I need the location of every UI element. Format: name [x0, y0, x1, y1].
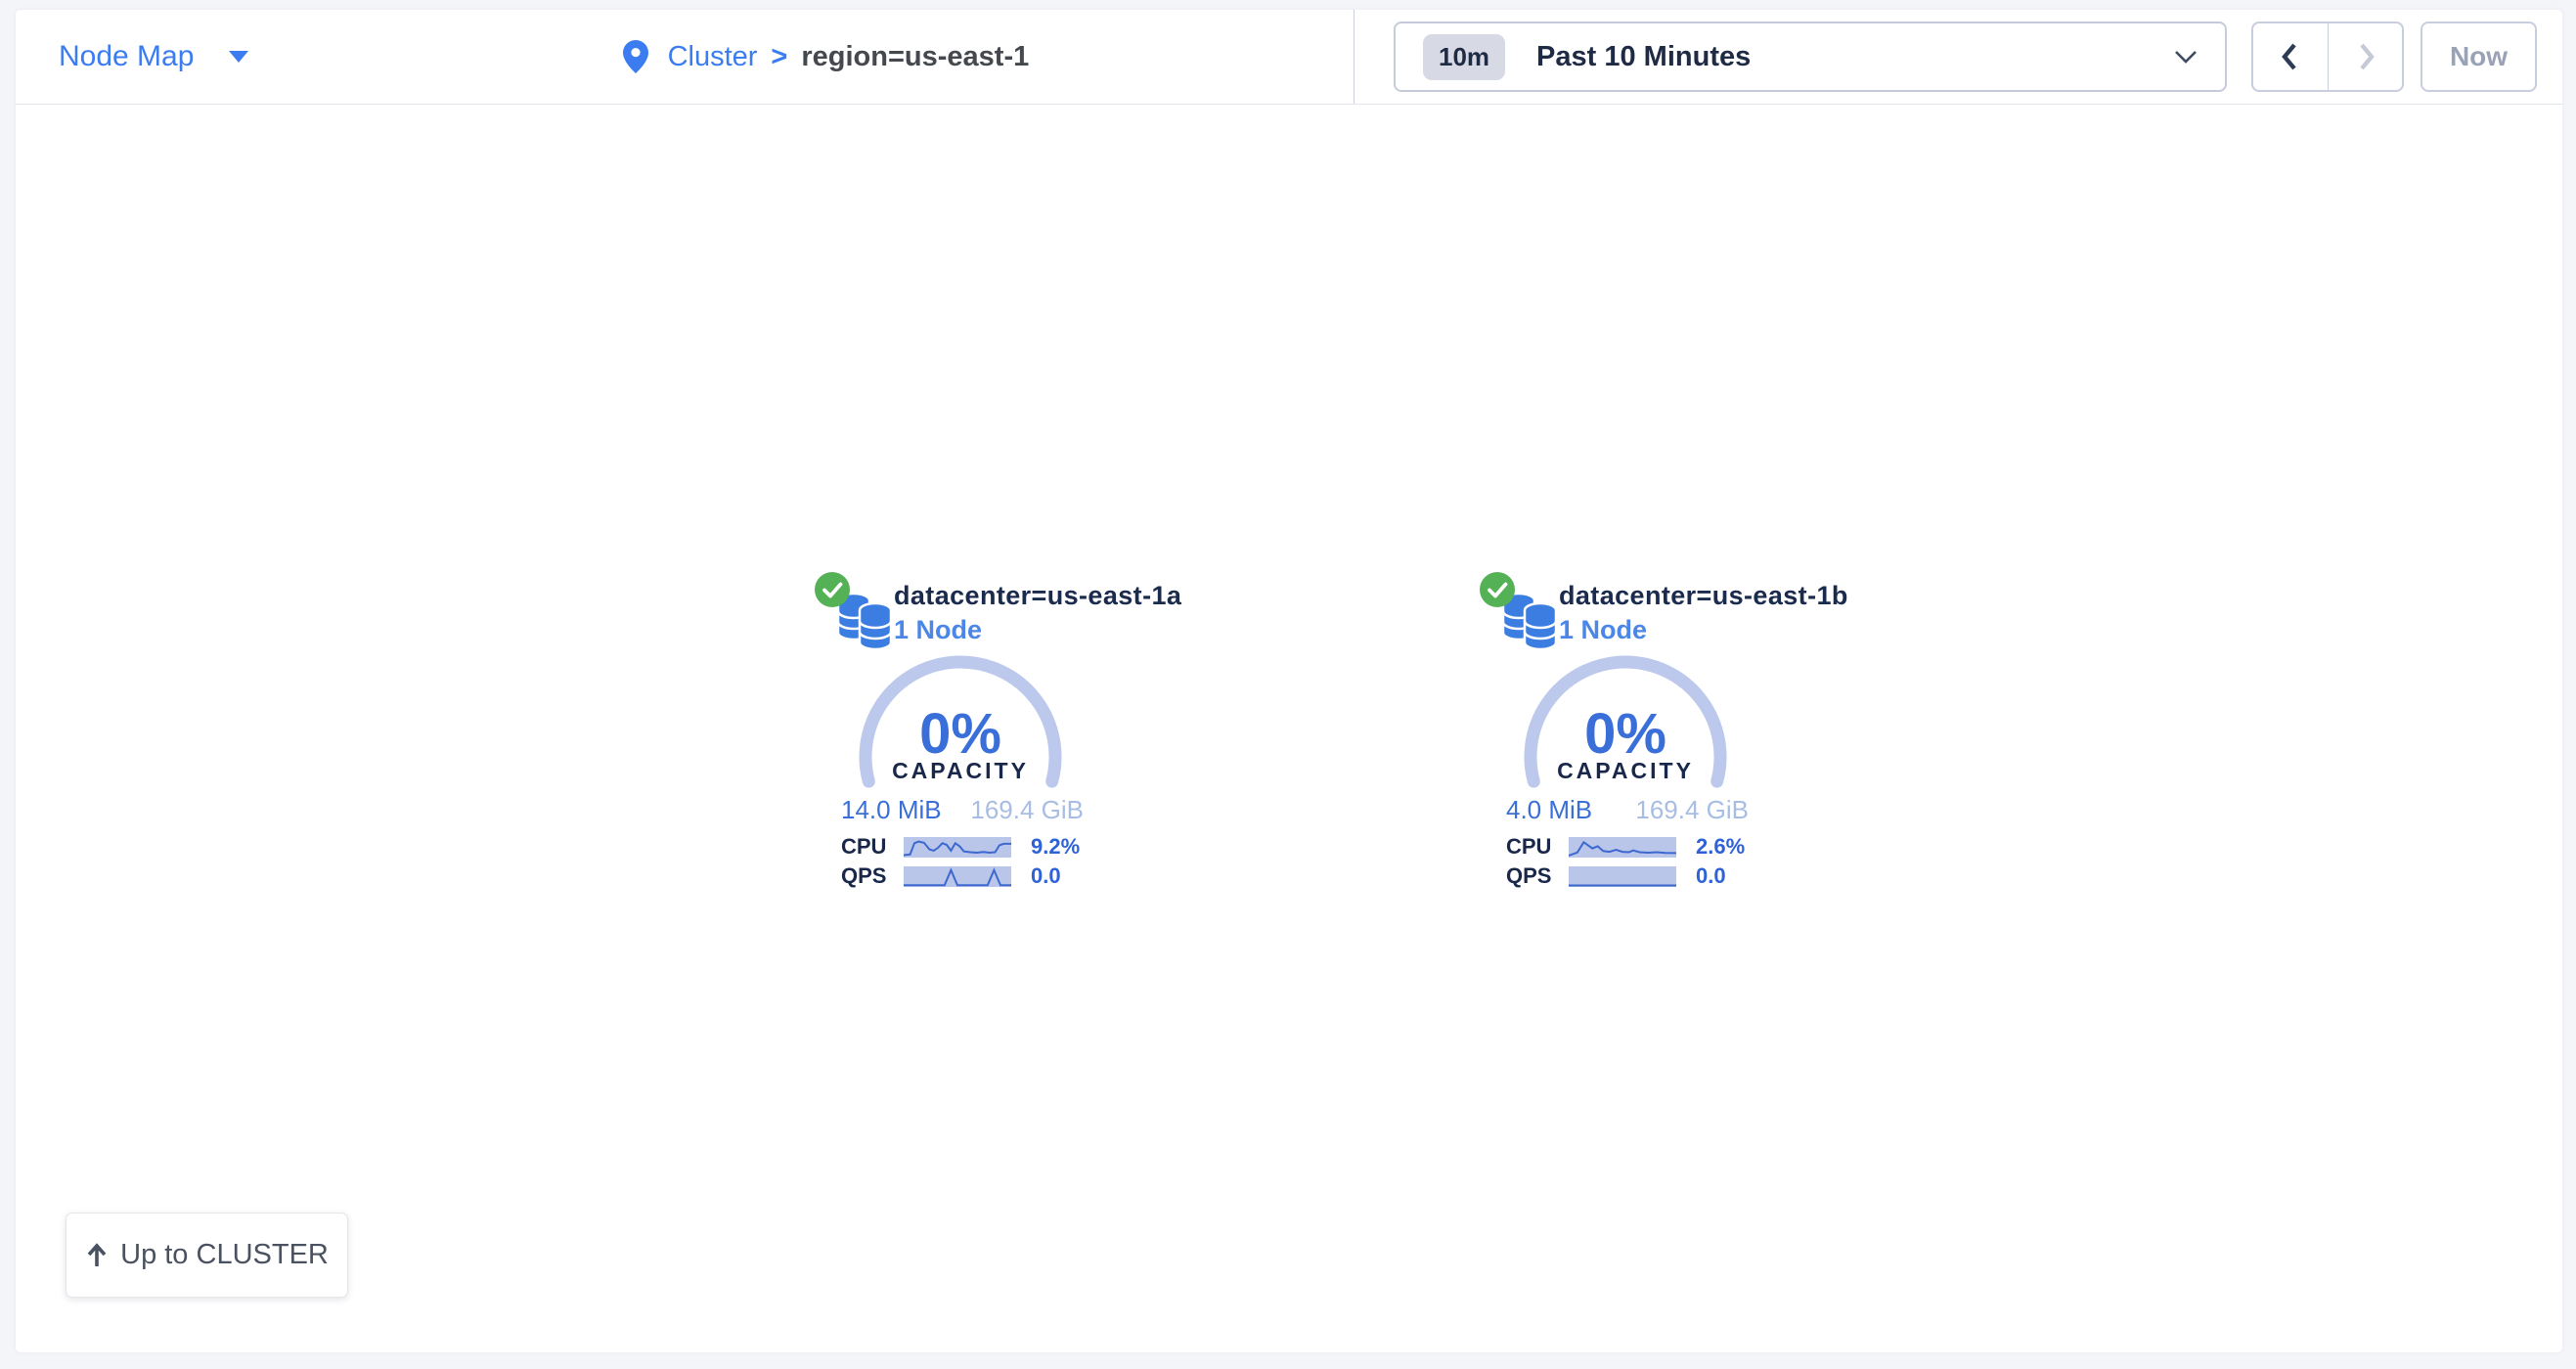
chevron-left-icon [2280, 42, 2301, 71]
qps-metric-row: QPS 0.0 [841, 864, 1061, 888]
cpu-sparkline [904, 837, 1011, 858]
capacity-percent: 0% [814, 701, 1107, 767]
arrow-up-icon [85, 1243, 109, 1268]
breadcrumb-link-cluster[interactable]: Cluster [668, 41, 758, 73]
qps-sparkline [904, 866, 1011, 887]
qps-label: QPS [841, 863, 904, 889]
cpu-value: 9.2% [1031, 834, 1080, 860]
locality-card[interactable]: datacenter=us-east-1b 1 Node 0% CAPACITY… [1479, 571, 1772, 904]
caret-down-icon [229, 51, 248, 63]
check-circle-icon [1479, 571, 1516, 608]
up-to-cluster-label: Up to CLUSTER [120, 1239, 329, 1271]
qps-value: 0.0 [1696, 863, 1726, 889]
capacity-label: CAPACITY [814, 758, 1107, 784]
time-range-label: Past 10 Minutes [1536, 41, 1751, 73]
time-range-badge: 10m [1423, 34, 1505, 80]
capacity-total-value: 169.4 GiB [970, 795, 1084, 825]
chevron-right-icon [2355, 42, 2376, 71]
qps-metric-row: QPS 0.0 [1506, 864, 1726, 888]
top-bar-left: Node Map [16, 10, 623, 104]
capacity-total-value: 169.4 GiB [1635, 795, 1749, 825]
qps-value: 0.0 [1031, 863, 1061, 889]
time-nav-group [2251, 22, 2404, 92]
locality-card[interactable]: datacenter=us-east-1a 1 Node 0% CAPACITY… [814, 571, 1107, 904]
capacity-percent: 0% [1479, 701, 1772, 767]
locality-node-count[interactable]: 1 Node [1559, 615, 1647, 645]
capacity-used-value: 14.0 MiB [841, 795, 942, 825]
capacity-label: CAPACITY [1479, 758, 1772, 784]
node-map-panel: Node Map Cluster > region=us-east-1 10m … [16, 10, 2562, 1352]
breadcrumb-current: region=us-east-1 [801, 41, 1029, 73]
node-map-canvas: datacenter=us-east-1a 1 Node 0% CAPACITY… [16, 105, 2562, 1352]
up-to-cluster-button[interactable]: Up to CLUSTER [66, 1213, 348, 1298]
cpu-sparkline [1569, 837, 1676, 858]
location-pin-icon [623, 40, 648, 73]
capacity-used-value: 4.0 MiB [1506, 795, 1592, 825]
capacity-values-row: 4.0 MiB 169.4 GiB [1506, 795, 1749, 825]
locality-title: datacenter=us-east-1b [1559, 581, 1848, 611]
top-bar-middle: Cluster > region=us-east-1 [623, 10, 1354, 104]
check-circle-icon [814, 571, 851, 608]
cpu-value: 2.6% [1696, 834, 1745, 860]
chevron-down-icon [2174, 50, 2198, 64]
time-controls: 10m Past 10 Minutes Now [1354, 10, 2562, 104]
cpu-metric-row: CPU 2.6% [1506, 835, 1745, 859]
qps-label: QPS [1506, 863, 1569, 889]
time-prev-button[interactable] [2251, 22, 2328, 92]
breadcrumb: Cluster > region=us-east-1 [623, 40, 1030, 73]
now-button[interactable]: Now [2421, 22, 2537, 92]
cpu-label: CPU [1506, 834, 1569, 860]
view-selector-label: Node Map [59, 40, 194, 73]
cpu-label: CPU [841, 834, 904, 860]
cpu-metric-row: CPU 9.2% [841, 835, 1080, 859]
time-next-button[interactable] [2328, 22, 2404, 92]
locality-title: datacenter=us-east-1a [894, 581, 1181, 611]
capacity-values-row: 14.0 MiB 169.4 GiB [841, 795, 1084, 825]
view-selector-dropdown[interactable]: Node Map [59, 40, 248, 73]
breadcrumb-separator: > [771, 41, 787, 73]
locality-node-count[interactable]: 1 Node [894, 615, 982, 645]
top-bar: Node Map Cluster > region=us-east-1 10m … [16, 10, 2562, 105]
time-range-select[interactable]: 10m Past 10 Minutes [1394, 22, 2227, 92]
qps-sparkline [1569, 866, 1676, 887]
